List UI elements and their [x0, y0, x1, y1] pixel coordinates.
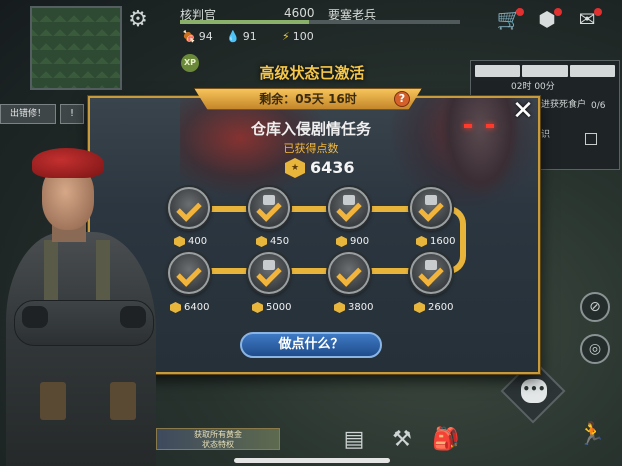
left-alert-tag[interactable]: ! [60, 104, 84, 124]
health-bar [180, 20, 460, 24]
box-badge [554, 8, 562, 16]
quest-tab-2[interactable] [522, 65, 568, 77]
xp-badge: XP [181, 54, 199, 72]
reward-cost-value: 900 [350, 236, 370, 247]
quest-task-1-count: 0/6 [591, 101, 606, 111]
gold-privilege-banner[interactable]: 获取所有黄金 状态特权 [156, 428, 280, 450]
soldier-glove [120, 306, 146, 328]
reward-cost-4: 1600 [416, 236, 455, 247]
reward-node-1[interactable] [168, 187, 210, 229]
reward-node-3[interactable] [328, 187, 370, 229]
water-icon: 💧 [226, 30, 240, 43]
chevron-icon [336, 196, 362, 222]
points-icon [416, 236, 427, 247]
track-bottom [206, 268, 442, 274]
points-icon [252, 302, 263, 313]
reward-cost-6: 3800 [334, 302, 373, 313]
points-icon [336, 236, 347, 247]
reward-cost-7: 5000 [252, 302, 291, 313]
modal-art-robot [440, 98, 520, 198]
points-icon [174, 236, 185, 247]
energy-value: 100 [292, 30, 314, 43]
reward-cost-3: 900 [336, 236, 369, 247]
chevron-icon [256, 261, 282, 287]
water-value: 91 [242, 30, 257, 43]
gold-banner-line2: 状态特权 [202, 440, 234, 449]
quest-checkbox[interactable] [585, 133, 597, 145]
reward-cost-value: 400 [188, 236, 208, 247]
water-stat: 💧 91 [226, 30, 257, 43]
reward-node-6[interactable] [328, 252, 370, 294]
target-icon[interactable]: ◎ [580, 334, 610, 364]
quest-panel-tabs[interactable] [475, 65, 615, 77]
chevron-icon [176, 196, 202, 222]
points-icon [334, 302, 345, 313]
reward-cost-8: 6400 [170, 302, 209, 313]
reward-node-7[interactable] [248, 252, 290, 294]
health-value: 4600 [284, 6, 315, 20]
mail-badge [594, 8, 602, 16]
reward-cost-value: 6400 [184, 302, 210, 313]
points-value: 6436 [310, 158, 355, 177]
soldier-beret [32, 148, 104, 178]
food-icon: 🍖 [182, 30, 196, 43]
robot-eye-left [464, 124, 472, 128]
reward-cost-value: 3800 [348, 302, 374, 313]
gold-banner-line1: 获取所有黄金 [194, 430, 242, 439]
reward-cost-1: 400 [174, 236, 207, 247]
remaining-time: 剩余：05天 16时 [259, 92, 357, 106]
lightning-icon: ⚡ [282, 30, 290, 43]
craft-icon[interactable]: ⚒ [388, 426, 416, 454]
close-icon[interactable]: ✕ [510, 98, 536, 124]
premium-active-banner: 高级状态已激活 [259, 64, 365, 82]
chevron-icon [176, 261, 202, 287]
points-icon [414, 302, 425, 313]
game-screen: ⚙ 核判官 4600 要塞老兵 🍖 94 💧 91 ⚡ 100 XP 🛒 ⬢ ✉… [0, 0, 622, 466]
reward-node-5[interactable] [410, 252, 452, 294]
points-icon [170, 302, 181, 313]
compass-icon[interactable]: ⊘ [580, 292, 610, 322]
reward-node-8[interactable] [168, 252, 210, 294]
backpack-icon[interactable]: 🎒 [432, 426, 460, 454]
reward-node-4[interactable] [410, 187, 452, 229]
base-icon[interactable]: ▤ [340, 426, 368, 454]
chevron-icon [256, 196, 282, 222]
quest-timer: 02时 00分 [511, 82, 555, 92]
cart-badge [516, 8, 524, 16]
reward-cost-5: 2600 [414, 302, 453, 313]
chat-icon[interactable]: ••• [521, 379, 547, 403]
minimap[interactable] [30, 6, 122, 90]
modal-title: 仓库入侵剧情任务 [250, 120, 371, 138]
quest-tab-3[interactable] [569, 65, 615, 77]
reward-cost-value: 5000 [266, 302, 292, 313]
run-icon[interactable]: 🏃 [578, 422, 606, 450]
soldier-torso [6, 232, 156, 466]
help-icon[interactable]: ? [394, 91, 410, 107]
home-indicator[interactable] [234, 458, 390, 463]
reward-cost-value: 2600 [428, 302, 454, 313]
soldier-pouch [110, 382, 136, 420]
soldier-glove [22, 306, 48, 328]
do-something-button[interactable]: 做点什么？ [240, 332, 382, 358]
points-label: 已获得点数 [283, 142, 339, 155]
quest-tab-1[interactable] [475, 65, 521, 77]
robot-eye-right [486, 124, 494, 128]
track-top [206, 206, 442, 212]
reward-cost-2: 450 [256, 236, 289, 247]
chevron-icon [418, 261, 444, 287]
energy-stat: ⚡ 100 [282, 30, 314, 43]
soldier-pouch [40, 382, 66, 420]
reward-cost-value: 1600 [430, 236, 456, 247]
health-bar-fill [180, 20, 309, 24]
food-value: 94 [198, 30, 213, 43]
chevron-icon [418, 196, 444, 222]
food-stat: 🍖 94 [182, 30, 213, 43]
points-icon [256, 236, 267, 247]
left-repair-tag[interactable]: 出错修！ [0, 104, 56, 124]
reward-node-2[interactable] [248, 187, 290, 229]
chevron-icon [336, 261, 362, 287]
reward-cost-value: 450 [270, 236, 290, 247]
gear-icon[interactable]: ⚙ [126, 8, 150, 32]
